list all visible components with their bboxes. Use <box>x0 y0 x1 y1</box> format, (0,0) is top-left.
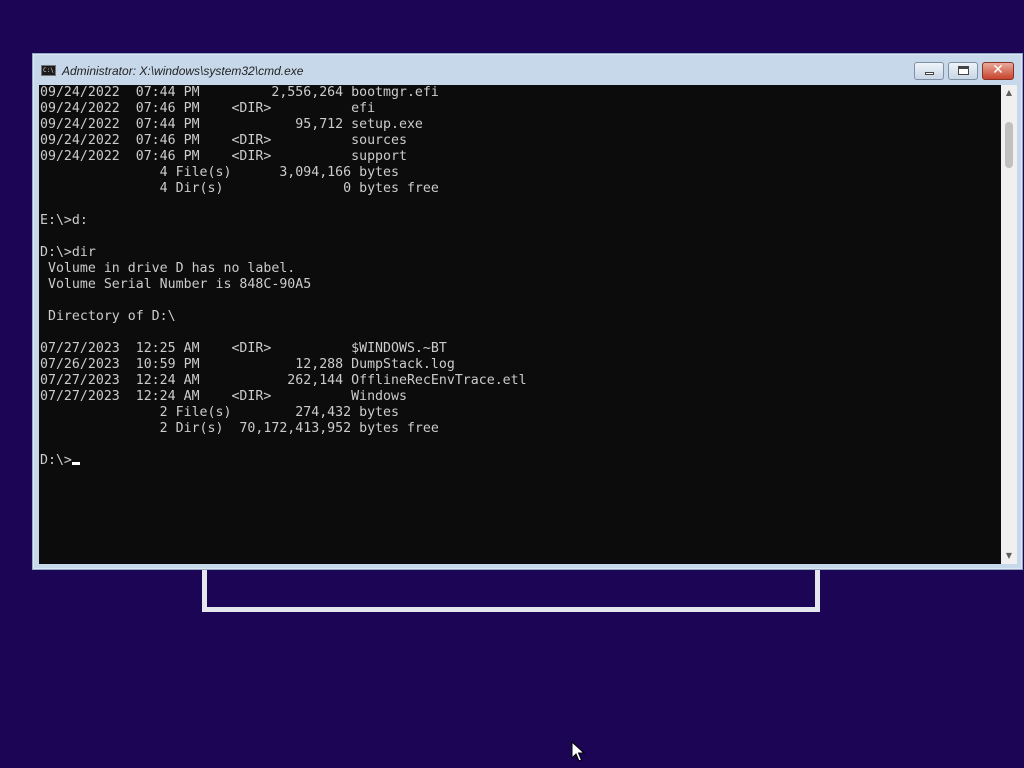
console-line: D:\>dir <box>40 245 96 260</box>
console-line: 2 File(s) 274,432 bytes <box>40 405 399 420</box>
title-bar[interactable]: C:\ Administrator: X:\windows\system32\c… <box>33 54 1022 85</box>
console-line: 09/24/2022 07:44 PM 2,556,264 bootmgr.ef… <box>40 85 439 100</box>
window-title: Administrator: X:\windows\system32\cmd.e… <box>62 64 304 78</box>
desktop-background: C:\ Administrator: X:\windows\system32\c… <box>0 0 1024 768</box>
scroll-down-icon[interactable]: ▼ <box>1001 548 1017 564</box>
scroll-thumb[interactable] <box>1005 122 1013 168</box>
console-app-icon[interactable]: C:\ <box>41 65 56 76</box>
cmd-window[interactable]: C:\ Administrator: X:\windows\system32\c… <box>32 53 1023 570</box>
minimize-icon <box>925 72 934 75</box>
console-line: Directory of D:\ <box>40 309 176 324</box>
mouse-pointer-icon <box>571 741 585 762</box>
console-line: 2 Dir(s) 70,172,413,952 bytes free <box>40 421 439 436</box>
console-line: 09/24/2022 07:46 PM <DIR> efi <box>40 101 376 116</box>
console-line: 09/24/2022 07:44 PM 95,712 setup.exe <box>40 117 423 132</box>
maximize-icon <box>958 66 969 75</box>
console-line: 09/24/2022 07:46 PM <DIR> support <box>40 149 407 164</box>
console-line: 09/24/2022 07:46 PM <DIR> sources <box>40 133 407 148</box>
console-output[interactable]: 09/24/2022 07:44 PM 2,556,264 bootmgr.ef… <box>39 85 1001 564</box>
console-line: 07/26/2023 10:59 PM 12,288 DumpStack.log <box>40 357 455 372</box>
console-line: D:\> <box>40 453 1001 469</box>
close-button[interactable]: ✕ <box>982 62 1014 80</box>
minimize-button[interactable] <box>914 62 944 80</box>
text-cursor <box>71 462 80 465</box>
console-text-area[interactable]: 09/24/2022 07:44 PM 2,556,264 bootmgr.ef… <box>39 85 1001 469</box>
console-line: 07/27/2023 12:24 AM 262,144 OfflineRecEn… <box>40 373 527 388</box>
console-line: 07/27/2023 12:24 AM <DIR> Windows <box>40 389 407 404</box>
console-line: 4 Dir(s) 0 bytes free <box>40 181 439 196</box>
maximize-button[interactable] <box>948 62 978 80</box>
console-line: Volume in drive D has no label. <box>40 261 296 276</box>
vertical-scrollbar[interactable]: ▲ ▼ <box>1001 85 1017 564</box>
console-line: Volume Serial Number is 848C-90A5 <box>40 277 312 292</box>
scroll-up-icon[interactable]: ▲ <box>1001 85 1017 101</box>
console-line: 07/27/2023 12:25 AM <DIR> $WINDOWS.~BT <box>40 341 447 356</box>
close-icon: ✕ <box>992 62 1004 78</box>
console-line: E:\>d: <box>40 213 88 228</box>
console-line: 4 File(s) 3,094,166 bytes <box>40 165 399 180</box>
